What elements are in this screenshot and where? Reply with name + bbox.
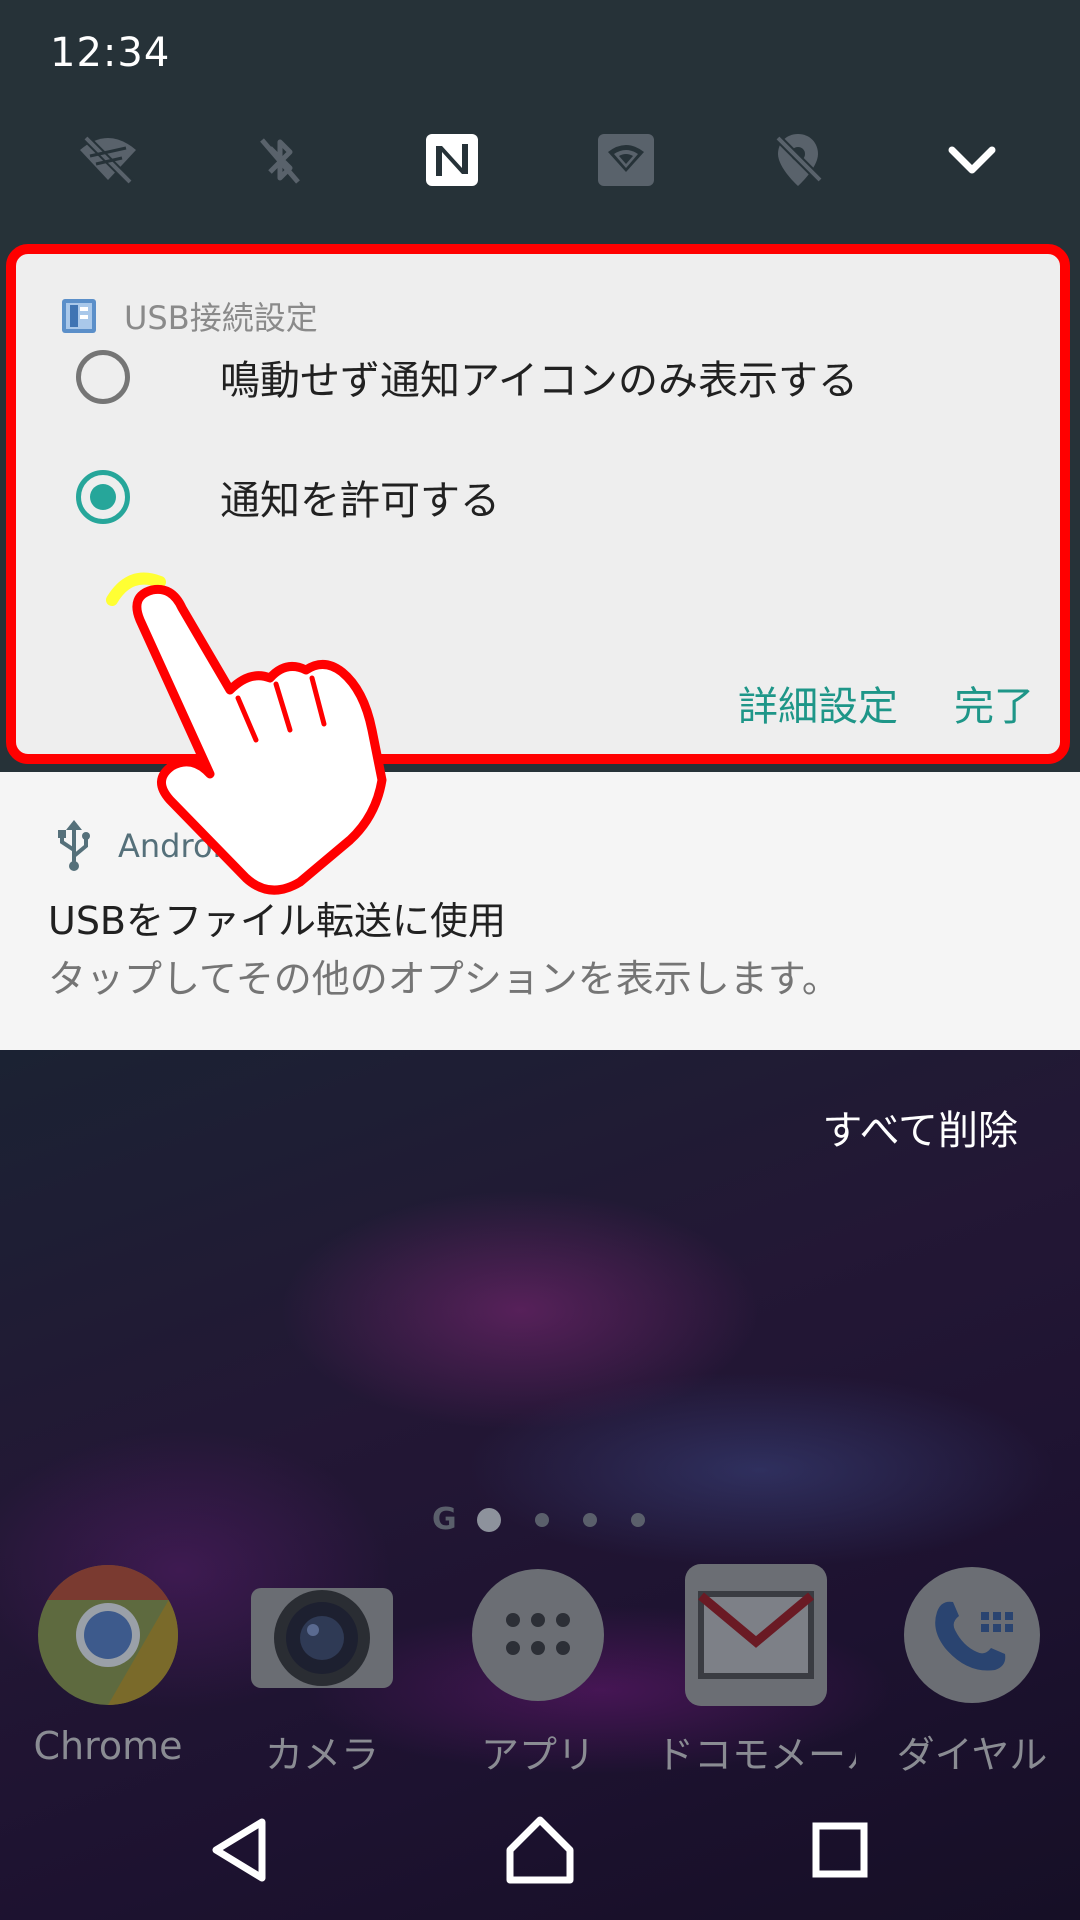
dock-item-camera[interactable]: カメラ <box>222 1560 422 1779</box>
phone-icon <box>897 1560 1047 1710</box>
chrome-icon <box>33 1560 183 1710</box>
camera-icon <box>247 1560 397 1710</box>
notification-text: タップしてその他のオプションを表示します。 <box>48 957 840 1001</box>
done-button[interactable]: 完了 <box>954 674 1034 732</box>
option-allow-notifications[interactable]: 通知を許可する <box>76 462 500 532</box>
home-icon[interactable] <box>500 1810 580 1890</box>
dock-label: ダイヤル <box>896 1733 1048 1777</box>
status-time: 12:34 <box>50 30 171 76</box>
option-label: 鳴動せず通知アイコンのみ表示する <box>220 358 858 404</box>
location-off-icon[interactable] <box>766 128 830 192</box>
mail-icon <box>681 1560 831 1710</box>
option-label: 通知を許可する <box>220 478 500 524</box>
quick-settings-panel: 12:34 <box>0 0 1080 240</box>
page-dot-active <box>476 1507 501 1532</box>
wifi-off-icon[interactable] <box>76 128 140 192</box>
page-dot <box>630 1512 645 1527</box>
option-silent-icon-only[interactable]: 鳴動せず通知アイコンのみ表示する <box>76 342 858 412</box>
dock-label: Chrome <box>33 1724 183 1768</box>
settings-app-icon <box>60 297 98 335</box>
radio-button-checked[interactable] <box>76 470 130 524</box>
clear-all-button[interactable]: すべて削除 <box>822 1098 1018 1156</box>
google-page-indicator: G <box>432 1502 457 1537</box>
chevron-down-icon[interactable] <box>940 128 1004 192</box>
dock-label: カメラ <box>264 1733 379 1777</box>
back-icon[interactable] <box>200 1810 280 1890</box>
page-indicator: G <box>432 1502 679 1537</box>
dock-item-chrome[interactable]: Chrome <box>8 1560 208 1768</box>
navigation-bar <box>0 1780 1080 1920</box>
dock-item-dialer[interactable]: ダイヤル <box>872 1560 1072 1779</box>
dock-item-docomo-mail[interactable]: ドコモメール <box>656 1560 856 1779</box>
radio-button-unchecked[interactable] <box>76 350 130 404</box>
dock-label: ドコモメール <box>656 1733 856 1777</box>
notification-header: USB接続設定 <box>60 294 318 338</box>
details-settings-button[interactable]: 詳細設定 <box>738 674 898 732</box>
recents-icon[interactable] <box>800 1810 880 1890</box>
bluetooth-off-icon[interactable] <box>248 128 312 192</box>
usb-icon <box>52 820 96 872</box>
apps-icon <box>463 1560 613 1710</box>
tap-hand-pointer-icon <box>100 560 400 900</box>
android-screen: 12:34 USB接続設定 鳴動せず通知アイコンのみ表示する 通知を許可する 詳… <box>0 0 1080 1920</box>
nfc-icon[interactable] <box>420 128 484 192</box>
hotspot-icon[interactable] <box>594 128 658 192</box>
page-dot <box>534 1512 549 1527</box>
dock-label: アプリ <box>480 1733 595 1777</box>
notification-app-name: USB接続設定 <box>124 299 318 337</box>
page-dot <box>582 1512 597 1527</box>
dock-item-apps[interactable]: アプリ <box>438 1560 638 1779</box>
